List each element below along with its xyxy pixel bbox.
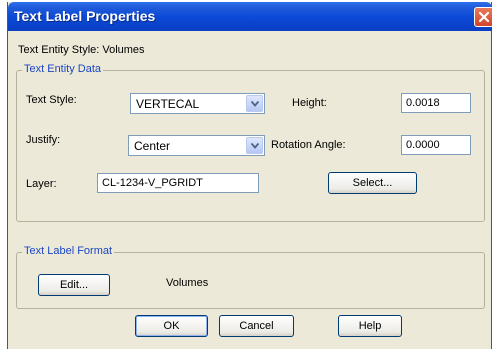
height-label: Height: xyxy=(292,97,327,109)
rotation-angle-input[interactable] xyxy=(401,135,471,155)
cancel-button[interactable]: Cancel xyxy=(219,315,294,337)
height-input[interactable] xyxy=(401,93,471,113)
chevron-down-icon xyxy=(251,101,259,107)
close-icon xyxy=(478,11,490,23)
layer-label: Layer: xyxy=(26,178,57,190)
window-title: Text Label Properties xyxy=(14,8,156,24)
justify-dropdown[interactable]: Center xyxy=(128,135,265,156)
title-bar: Text Label Properties xyxy=(8,2,492,31)
close-button[interactable] xyxy=(474,7,492,27)
entity-style-text: Text Entity Style: Volumes xyxy=(18,44,145,56)
text-style-label: Text Style: xyxy=(26,94,77,106)
help-button[interactable]: Help xyxy=(338,315,402,337)
text-style-value: VERTECAL xyxy=(136,97,200,111)
justify-value: Center xyxy=(134,139,171,153)
format-value-text: Volumes xyxy=(166,277,209,289)
text-label-properties-dialog: Text Label Properties Text Entity Style:… xyxy=(7,2,492,349)
chevron-down-icon xyxy=(251,143,259,149)
edit-button[interactable]: Edit... xyxy=(38,274,110,296)
justify-label: Justify: xyxy=(26,134,61,146)
text-entity-data-title: Text Entity Data xyxy=(22,63,104,75)
ok-button[interactable]: OK xyxy=(135,315,208,337)
layer-input[interactable] xyxy=(97,173,259,193)
select-button[interactable]: Select... xyxy=(328,172,417,194)
text-style-dropdown-arrow[interactable] xyxy=(246,95,263,112)
text-style-dropdown[interactable]: VERTECAL xyxy=(130,93,265,114)
text-label-format-title: Text Label Format xyxy=(22,245,115,257)
rotation-angle-label: Rotation Angle: xyxy=(271,139,346,151)
justify-dropdown-arrow[interactable] xyxy=(246,137,263,154)
